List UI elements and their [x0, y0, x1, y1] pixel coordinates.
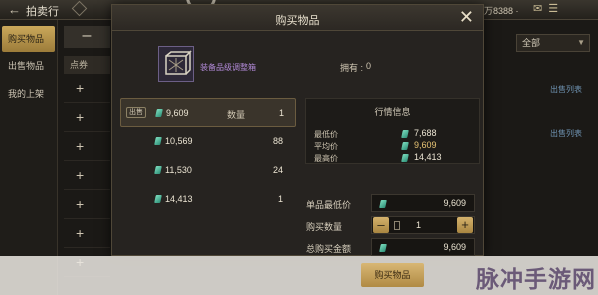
sell-badge: 出售: [126, 107, 146, 118]
listing-price: 14,413: [165, 194, 193, 204]
sidebar-item-buy[interactable]: 购买物品: [2, 26, 55, 52]
item-icon: [158, 46, 194, 82]
decrease-button[interactable]: –: [373, 217, 389, 233]
listing-row[interactable]: 14,413 1: [120, 185, 296, 214]
category-list: – 点券 + + + + + + +: [64, 26, 110, 277]
dialog-header: 购买物品 ✕: [112, 5, 483, 31]
close-icon[interactable]: ✕: [459, 7, 474, 27]
market-info-panel: 行情信息 最低价 7,688 平均价 9,609 最高价 14,413: [305, 98, 480, 164]
avg-price-label: 平均价: [314, 142, 338, 151]
listing-quantity: 24: [272, 165, 283, 175]
max-price-label: 最高价: [314, 154, 338, 163]
confirm-purchase-button[interactable]: 购买物品: [361, 263, 424, 287]
listing-row[interactable]: 10,569 88: [120, 127, 296, 156]
filter-dropdown[interactable]: 全部 ▼: [516, 34, 590, 52]
unit-price-label: 单品最低价: [306, 200, 352, 210]
avg-price-value: 9,609: [414, 140, 437, 150]
chevron-down-icon: ▼: [577, 38, 585, 47]
expand-row[interactable]: +: [64, 103, 110, 132]
expand-row[interactable]: +: [64, 190, 110, 219]
listing-list: 出售 9,609 数量 1 10,569 88 11,530 24 14,413…: [120, 98, 296, 214]
gem-icon: [154, 166, 162, 174]
listing-quantity: 1: [277, 194, 283, 204]
filter-value: 全部: [522, 38, 541, 48]
unit-price-field: 9,609: [371, 194, 475, 212]
quantity-label: 购买数量: [306, 222, 343, 232]
item-name: 装备品级调整箱: [200, 63, 256, 72]
listing-price: 9,609: [166, 108, 189, 118]
quantity-stepper: – 1 +: [371, 216, 475, 234]
total-field: 9,609: [371, 238, 475, 256]
owned-label: 拥有 :: [340, 63, 364, 73]
quantity-input[interactable]: 1: [416, 220, 421, 230]
min-price-value: 7,688: [414, 128, 437, 138]
expand-row[interactable]: +: [64, 132, 110, 161]
list-header: 点券: [64, 56, 110, 74]
gem-icon: [154, 137, 162, 145]
gem-icon: [379, 200, 387, 208]
gem-icon: [401, 154, 409, 162]
right-panel: 全部 ▼ 出售列表 出售列表: [484, 26, 598, 266]
gem-icon: [401, 142, 409, 150]
unit-price-value: 9,609: [443, 198, 466, 208]
increase-button[interactable]: +: [457, 217, 473, 233]
listing-row[interactable]: 出售 9,609 数量 1: [120, 98, 296, 127]
diamond-icon: [71, 0, 88, 17]
gem-icon: [155, 109, 163, 117]
collapse-button[interactable]: –: [64, 26, 110, 48]
min-price-label: 最低价: [314, 130, 338, 139]
sidebar-item-sell[interactable]: 出售物品: [0, 52, 57, 80]
sell-list-link[interactable]: 出售列表: [550, 128, 582, 139]
gem-icon: [154, 195, 162, 203]
quantity-icon: [394, 221, 400, 230]
listing-price: 10,569: [165, 136, 193, 146]
sidebar-item-my-listings[interactable]: 我的上架: [0, 80, 57, 108]
gem-icon: [379, 244, 387, 252]
listing-quantity: 1: [278, 108, 284, 118]
expand-row[interactable]: +: [64, 161, 110, 190]
currency-amount: 万8388 ·: [484, 6, 519, 16]
total-value: 9,609: [443, 242, 466, 252]
total-label: 总购买金额: [306, 244, 352, 254]
gem-icon: [401, 130, 409, 138]
watermark-logo: 脉冲手游网: [476, 267, 596, 293]
expand-row[interactable]: +: [64, 219, 110, 248]
listing-row[interactable]: 11,530 24: [120, 156, 296, 185]
sidebar: 购买物品 出售物品 我的上架: [0, 20, 58, 295]
owned-value: 0: [366, 61, 372, 71]
expand-row[interactable]: +: [64, 74, 110, 103]
sell-list-link[interactable]: 出售列表: [550, 84, 582, 95]
purchase-dialog: 购买物品 ✕ 装备品级调整箱 拥有 : 0 出售 9,609 数量 1 10,5…: [111, 4, 484, 256]
quantity-label: 数量: [227, 110, 246, 120]
page-title: 拍卖行: [26, 6, 59, 18]
listing-quantity: 88: [272, 136, 283, 146]
max-price-value: 14,413: [414, 152, 442, 162]
top-menu-icons[interactable]: ✉☰: [533, 2, 564, 15]
market-info-title: 行情信息: [374, 107, 411, 117]
back-arrow-icon[interactable]: ←: [8, 3, 21, 17]
dialog-title: 购买物品: [275, 15, 320, 27]
listing-price: 11,530: [165, 165, 192, 175]
